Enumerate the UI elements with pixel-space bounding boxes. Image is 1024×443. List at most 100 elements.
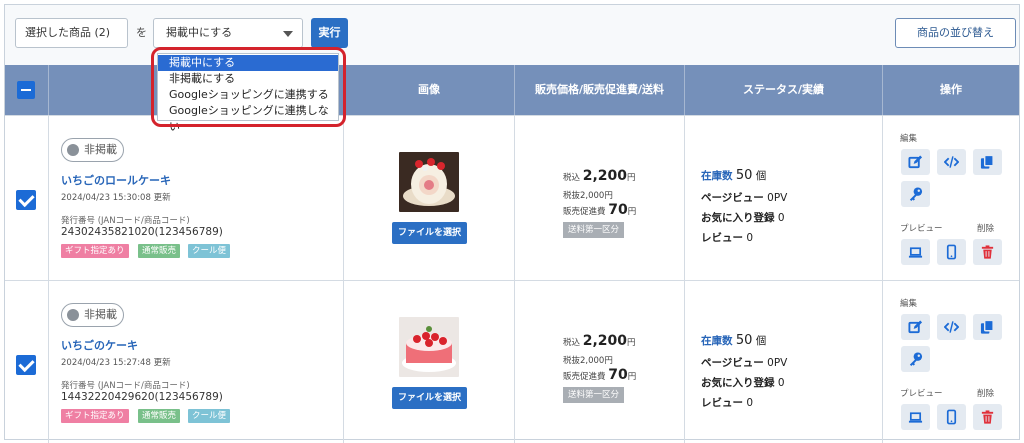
promotion-fee: 販売促進費 70円 bbox=[563, 367, 636, 383]
promotion-fee-value: 70 bbox=[608, 367, 628, 383]
promotion-fee-value: 70 bbox=[608, 202, 628, 218]
duplicate-button[interactable] bbox=[973, 149, 1002, 175]
price-tax-included: 税込 2,200円 bbox=[563, 333, 636, 349]
tag-cool-delivery: クール便 bbox=[188, 409, 231, 423]
review-value: 0 bbox=[746, 397, 754, 409]
fav-value: 0 bbox=[777, 377, 785, 389]
preview-mobile-button[interactable] bbox=[937, 239, 966, 265]
row-status-cell: 在庫数 50 個 ページビュー 0PV お気に入り登録 0 レビュー 0 bbox=[685, 281, 883, 443]
preview-label: プレビュー bbox=[900, 389, 943, 399]
row-name-cell: 非掲載 いちごのケーキ 2024/04/23 15:27:48 更新 発行番号 … bbox=[49, 281, 344, 443]
stock-unit: 個 bbox=[755, 170, 767, 182]
code-icon bbox=[944, 156, 959, 168]
select-all-checkbox[interactable] bbox=[17, 81, 35, 99]
price-tax-excluded: 税抜2,000円 bbox=[563, 191, 613, 201]
embed-code-button[interactable] bbox=[937, 314, 966, 340]
product-code: 14432220429620(123456789) bbox=[61, 391, 223, 403]
preview-mobile-button[interactable] bbox=[937, 404, 966, 430]
tag-cool-delivery: クール便 bbox=[188, 244, 231, 258]
publish-toggle[interactable]: 非掲載 bbox=[61, 303, 124, 327]
shipping-class-badge: 送料第一区分 bbox=[563, 387, 625, 403]
header-select-cell bbox=[5, 65, 49, 115]
trash-icon bbox=[981, 410, 994, 424]
header-operations: 操作 bbox=[940, 83, 962, 96]
promotion-fee-label: 販売促進費 bbox=[563, 372, 606, 382]
preview-pc-button[interactable] bbox=[901, 239, 930, 265]
file-select-button[interactable]: ファイルを選択 bbox=[392, 222, 467, 244]
delete-label: 削除 bbox=[977, 224, 995, 234]
particle-label: を bbox=[136, 26, 147, 39]
row-image-cell: ファイルを選択 bbox=[344, 281, 515, 443]
pv-value: 0PV bbox=[767, 192, 788, 204]
header-price: 販売価格/販売促進費/送料 bbox=[515, 65, 685, 115]
favorites: お気に入り登録 0 bbox=[701, 375, 785, 390]
shipping-class-badge: 送料第一区分 bbox=[563, 222, 625, 238]
tag-gift: ギフト指定あり bbox=[61, 244, 129, 258]
edit-button[interactable] bbox=[901, 149, 930, 175]
tag-normal-sale: 通常販売 bbox=[138, 244, 181, 258]
stock-unit: 個 bbox=[755, 335, 767, 347]
code-label: 発行番号 (JANコード/商品コード) bbox=[61, 216, 190, 226]
product-code: 24302435821020(123456789) bbox=[61, 226, 223, 238]
key-icon bbox=[909, 187, 923, 202]
password-button[interactable] bbox=[901, 346, 930, 372]
pv-label: ページビュー bbox=[701, 192, 764, 204]
stock-count: 在庫数 50 個 bbox=[701, 333, 766, 348]
key-icon bbox=[909, 352, 923, 367]
product-name-link[interactable]: いちごのケーキ bbox=[61, 337, 138, 353]
row-operations-cell: 編集 プレビュー 削除 bbox=[883, 281, 1019, 443]
toggle-knob bbox=[67, 309, 79, 321]
yen-unit: 円 bbox=[627, 207, 637, 217]
price-tax-label: 税込 bbox=[563, 173, 581, 183]
bulk-action-value: 掲載中にする bbox=[166, 26, 233, 39]
delete-button[interactable] bbox=[973, 404, 1002, 430]
preview-pc-button[interactable] bbox=[901, 404, 930, 430]
updated-date: 2024/04/23 15:30:08 更新 bbox=[61, 193, 171, 203]
row-checkbox[interactable] bbox=[16, 190, 36, 210]
bulk-action-select[interactable]: 掲載中にする bbox=[153, 18, 303, 48]
row-operations-cell: 編集 プレビュー 削除 bbox=[883, 116, 1019, 280]
run-button[interactable]: 実行 bbox=[311, 18, 348, 48]
row-checkbox[interactable] bbox=[16, 355, 36, 375]
product-thumbnail bbox=[399, 317, 459, 377]
selected-count-box: 選択した商品 (2) bbox=[15, 18, 128, 48]
price-tax-label: 税込 bbox=[563, 338, 581, 348]
updated-date: 2024/04/23 15:27:48 更新 bbox=[61, 358, 171, 368]
stock-label: 在庫数 bbox=[701, 170, 733, 182]
chevron-down-icon bbox=[283, 31, 293, 37]
password-button[interactable] bbox=[901, 181, 930, 207]
product-thumbnail bbox=[399, 152, 459, 212]
delete-label: 削除 bbox=[977, 389, 995, 399]
edit-label: 編集 bbox=[900, 299, 918, 309]
price-tax-included: 税込 2,200円 bbox=[563, 168, 636, 184]
product-name-link[interactable]: いちごのロールケーキ bbox=[61, 172, 171, 188]
pv-value: 0PV bbox=[767, 357, 788, 369]
publish-toggle[interactable]: 非掲載 bbox=[61, 138, 124, 162]
stock-value: 50 bbox=[735, 333, 753, 348]
page-views: ページビュー 0PV bbox=[701, 190, 787, 205]
embed-code-button[interactable] bbox=[937, 149, 966, 175]
sort-products-button[interactable]: 商品の並び替え bbox=[895, 18, 1016, 48]
table-row: 非掲載 いちごのケーキ 2024/04/23 15:27:48 更新 発行番号 … bbox=[5, 280, 1019, 443]
row-select-cell bbox=[5, 116, 49, 280]
promotion-fee-label: 販売促進費 bbox=[563, 207, 606, 217]
fav-label: お気に入り登録 bbox=[701, 377, 775, 389]
smartphone-icon bbox=[946, 409, 957, 425]
row-image-cell: ファイルを選択 bbox=[344, 116, 515, 280]
yen-unit: 円 bbox=[627, 338, 636, 348]
stock-value: 50 bbox=[735, 168, 753, 183]
reviews: レビュー 0 bbox=[701, 395, 753, 410]
yen-unit: 円 bbox=[627, 372, 637, 382]
pencil-square-icon bbox=[908, 320, 923, 334]
copy-icon bbox=[980, 319, 994, 334]
preview-label: プレビュー bbox=[900, 224, 943, 234]
toggle-label: 非掲載 bbox=[84, 143, 117, 156]
edit-label: 編集 bbox=[900, 134, 918, 144]
duplicate-button[interactable] bbox=[973, 314, 1002, 340]
file-select-button[interactable]: ファイルを選択 bbox=[392, 387, 467, 409]
row-price-cell: 税込 2,200円 税抜2,000円 販売促進費 70円 送料第一区分 bbox=[515, 281, 685, 443]
edit-button[interactable] bbox=[901, 314, 930, 340]
pencil-square-icon bbox=[908, 155, 923, 169]
pv-label: ページビュー bbox=[701, 357, 764, 369]
delete-button[interactable] bbox=[973, 239, 1002, 265]
